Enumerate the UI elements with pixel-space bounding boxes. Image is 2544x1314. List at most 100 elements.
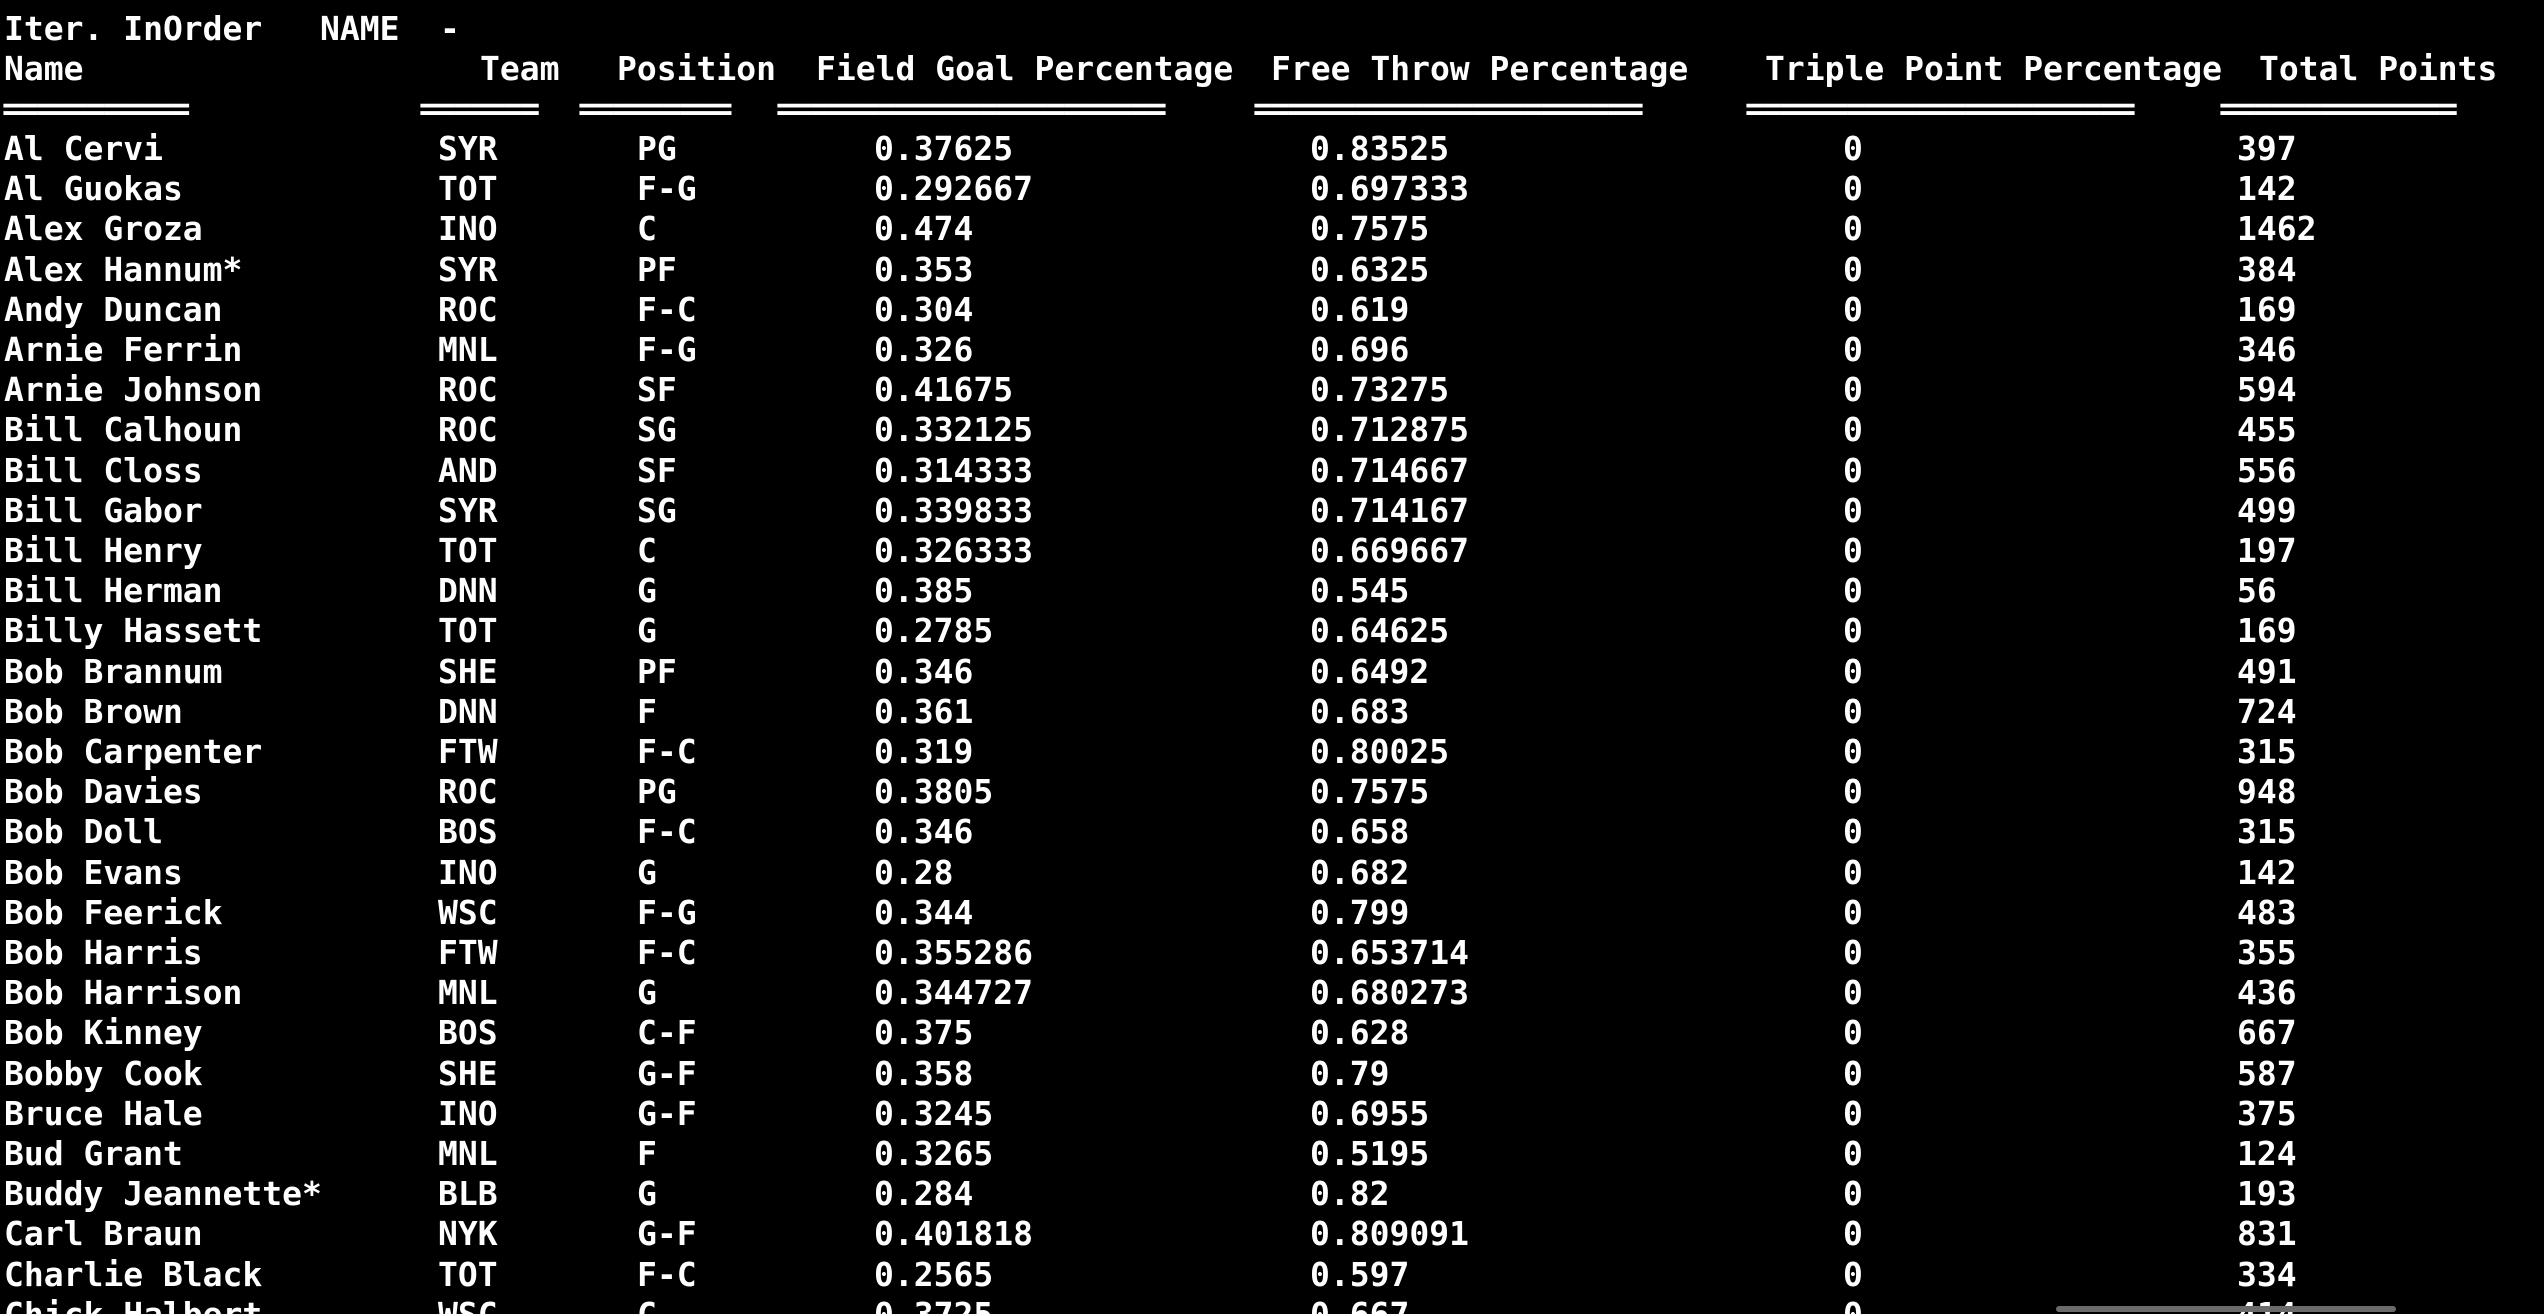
cell-total-points: 346 (2237, 330, 2297, 369)
cell-team: ROC (438, 370, 498, 409)
cell-team: SYR (438, 129, 498, 168)
table-row: Arnie Ferrin MNL F-G 0.326 0.696 0 346 (0, 330, 2544, 370)
table-row: Bob Harris FTW F-C 0.355286 0.653714 0 355 (0, 933, 2544, 973)
cell-name: Al Cervi (4, 129, 163, 168)
cell-triple-point-pct: 0 (1843, 209, 1863, 248)
cell-triple-point-pct: 0 (1843, 853, 1863, 892)
cell-field-goal-pct: 0.3805 (874, 772, 994, 811)
cell-total-points: 436 (2237, 973, 2297, 1012)
table-row: Bob Doll BOS F-C 0.346 0.658 0 315 (0, 812, 2544, 852)
cell-team: SHE (438, 652, 498, 691)
cell-free-throw-pct: 0.597 (1310, 1255, 1410, 1294)
cell-free-throw-pct: 0.714667 (1310, 451, 1469, 490)
cell-name: Bud Grant (4, 1134, 183, 1173)
cell-name: Bob Davies (4, 772, 203, 811)
cell-position: F-C (637, 933, 697, 972)
cell-team: INO (438, 853, 498, 892)
cell-name: Bob Feerick (4, 893, 223, 932)
cell-triple-point-pct: 0 (1843, 812, 1863, 851)
cell-team: SYR (438, 250, 498, 289)
cell-team: BOS (438, 1013, 498, 1052)
cell-name: Bob Evans (4, 853, 183, 892)
table-row: Bob Kinney BOS C-F 0.375 0.628 0 667 (0, 1013, 2544, 1053)
cell-name: Carl Braun (4, 1214, 203, 1253)
table-row: Bill Closs AND SF 0.314333 0.714667 0 556 (0, 451, 2544, 491)
cell-team: SHE (438, 1054, 498, 1093)
cell-field-goal-pct: 0.344 (874, 893, 974, 932)
cell-field-goal-pct: 0.346 (874, 812, 974, 851)
cell-free-throw-pct: 0.73275 (1310, 370, 1450, 409)
table-row: Buddy Jeannette* BLB G 0.284 0.82 0 193 (0, 1174, 2544, 1214)
cell-name: Bill Closs (4, 451, 203, 490)
cell-position: F-G (637, 330, 697, 369)
cell-total-points: 948 (2237, 772, 2297, 811)
cell-team: TOT (438, 611, 498, 650)
cell-team: MNL (438, 973, 498, 1012)
cell-name: Arnie Ferrin (4, 330, 243, 369)
cell-team: BOS (438, 812, 498, 851)
cell-free-throw-pct: 0.80025 (1310, 732, 1450, 771)
table-header: Name Team Position Field Goal Percentage Fre… (0, 49, 2544, 89)
cell-field-goal-pct: 0.326333 (874, 531, 1033, 570)
cell-name: Bob Harris (4, 933, 203, 972)
cell-triple-point-pct: 0 (1843, 772, 1863, 811)
cell-field-goal-pct: 0.353 (874, 250, 974, 289)
cell-total-points: 1462 (2237, 209, 2317, 248)
cell-total-points: 169 (2237, 290, 2297, 329)
cell-field-goal-pct: 0.304 (874, 290, 974, 329)
cell-free-throw-pct: 0.64625 (1310, 611, 1450, 650)
cell-field-goal-pct: 0.401818 (874, 1214, 1033, 1253)
cell-total-points: 384 (2237, 250, 2297, 289)
cell-name: Alex Groza (4, 209, 203, 248)
cell-position: F-C (637, 290, 697, 329)
cell-team: DNN (438, 571, 498, 610)
cell-triple-point-pct: 0 (1843, 1295, 1863, 1314)
cell-free-throw-pct: 0.712875 (1310, 410, 1469, 449)
cell-total-points: 667 (2237, 1013, 2297, 1052)
table-row: Bobby Cook SHE G-F 0.358 0.79 0 587 (0, 1054, 2544, 1094)
cell-position: G-F (637, 1054, 697, 1093)
table-row: Bob Evans INO G 0.28 0.682 0 142 (0, 853, 2544, 893)
cell-name: Buddy Jeannette* (4, 1174, 322, 1213)
cell-triple-point-pct: 0 (1843, 1054, 1863, 1093)
cell-position: G (637, 571, 657, 610)
header-name: Name (4, 49, 84, 88)
cell-triple-point-pct: 0 (1843, 652, 1863, 691)
cell-total-points: 124 (2237, 1134, 2297, 1173)
cell-field-goal-pct: 0.314333 (874, 451, 1033, 490)
cell-position: SG (637, 491, 677, 530)
cell-total-points: 594 (2237, 370, 2297, 409)
table-row: Bill Gabor SYR SG 0.339833 0.714167 0 499 (0, 491, 2544, 531)
cell-free-throw-pct: 0.6492 (1310, 652, 1430, 691)
cell-position: SF (637, 451, 677, 490)
cell-field-goal-pct: 0.28 (874, 853, 954, 892)
cell-total-points: 334 (2237, 1255, 2297, 1294)
cell-position: F-C (637, 732, 697, 771)
cell-position: G (637, 973, 657, 1012)
cell-team: ROC (438, 290, 498, 329)
table-row: Bill Henry TOT C 0.326333 0.669667 0 197 (0, 531, 2544, 571)
cell-field-goal-pct: 0.375 (874, 1013, 974, 1052)
table-row: Alex Groza INO C 0.474 0.7575 0 1462 (0, 209, 2544, 249)
cell-team: NYK (438, 1214, 498, 1253)
cell-field-goal-pct: 0.346 (874, 652, 974, 691)
scrollbar-thumb[interactable] (2056, 1306, 2396, 1312)
cell-field-goal-pct: 0.2785 (874, 611, 994, 650)
cell-team: ROC (438, 410, 498, 449)
cell-name: Bob Kinney (4, 1013, 203, 1052)
cell-position: PG (637, 772, 677, 811)
cell-name: Chick Halbert (4, 1295, 262, 1314)
cell-total-points: 556 (2237, 451, 2297, 490)
cell-field-goal-pct: 0.326 (874, 330, 974, 369)
cell-field-goal-pct: 0.41675 (874, 370, 1014, 409)
cell-field-goal-pct: 0.361 (874, 692, 974, 731)
cell-free-throw-pct: 0.680273 (1310, 973, 1469, 1012)
cell-field-goal-pct: 0.3265 (874, 1134, 994, 1173)
table-row: Bob Brannum SHE PF 0.346 0.6492 0 491 (0, 652, 2544, 692)
cell-position: SF (637, 370, 677, 409)
cell-position: F-G (637, 169, 697, 208)
cell-name: Bob Harrison (4, 973, 243, 1012)
cell-total-points: 197 (2237, 531, 2297, 570)
header-team: Team (480, 49, 560, 88)
header-field-goal-pct: Field Goal Percentage (816, 49, 1234, 88)
